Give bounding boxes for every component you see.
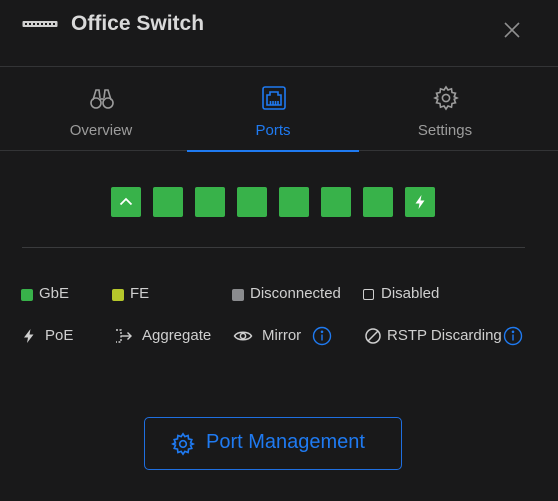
- legend-rstp-label: RSTP Discarding: [387, 327, 502, 344]
- tab-settings-label: Settings: [417, 122, 473, 139]
- legend-disabled-label: Disabled: [381, 285, 440, 302]
- legend-aggregate-label: Aggregate: [142, 327, 212, 344]
- blocked-circle-icon: [365, 328, 381, 344]
- rstp-info-icon[interactable]: [503, 326, 523, 346]
- tab-bar: Overview Ports Settings: [0, 67, 558, 152]
- port-management-label: Port Management: [206, 431, 365, 453]
- legend-gbe-label: GbE: [39, 285, 70, 302]
- uplink-chevron-icon: [119, 197, 133, 206]
- port-4[interactable]: [237, 187, 267, 217]
- port-strip: [111, 187, 441, 217]
- gbe-swatch: [21, 289, 33, 301]
- tab-settings[interactable]: Settings: [359, 67, 531, 151]
- port-6[interactable]: [321, 187, 351, 217]
- bolt-icon: [24, 329, 34, 343]
- page-title: Office Switch: [71, 12, 205, 35]
- port-3[interactable]: [195, 187, 225, 217]
- disconnected-swatch: [232, 289, 244, 301]
- legend-disconnected-label: Disconnected: [250, 285, 341, 302]
- tab-overview-label: Overview: [69, 122, 133, 139]
- legend-status-row: GbE FE Disconnected Disabled: [0, 282, 558, 306]
- divider: [22, 247, 525, 248]
- port-2[interactable]: [153, 187, 183, 217]
- port-5[interactable]: [279, 187, 309, 217]
- mirror-info-icon[interactable]: [312, 326, 332, 346]
- legend-features-row: PoE Aggregate Mirror RSTP Discarding: [0, 324, 558, 348]
- eye-icon: [233, 331, 253, 341]
- binoculars-icon: [90, 89, 114, 109]
- aggregate-icon: [116, 329, 132, 343]
- switch-device-icon: [22, 21, 58, 27]
- disabled-swatch: [363, 289, 374, 300]
- ethernet-port-icon: [262, 86, 286, 110]
- tab-ports[interactable]: Ports: [187, 67, 359, 152]
- port-8[interactable]: [405, 187, 435, 217]
- port-7[interactable]: [363, 187, 393, 217]
- header: Office Switch: [0, 0, 558, 67]
- tab-ports-label: Ports: [255, 122, 291, 139]
- legend-fe-label: FE: [130, 285, 150, 302]
- legend-poe-label: PoE: [45, 327, 74, 344]
- gear-icon: [171, 432, 195, 456]
- legend-mirror-label: Mirror: [262, 327, 302, 344]
- port-management-button[interactable]: Port Management: [144, 417, 402, 470]
- port-1[interactable]: [111, 187, 141, 217]
- poe-bolt-icon: [415, 195, 425, 209]
- close-icon[interactable]: [502, 20, 522, 40]
- tab-overview[interactable]: Overview: [15, 67, 187, 151]
- gear-icon: [433, 85, 459, 111]
- fe-swatch: [112, 289, 124, 301]
